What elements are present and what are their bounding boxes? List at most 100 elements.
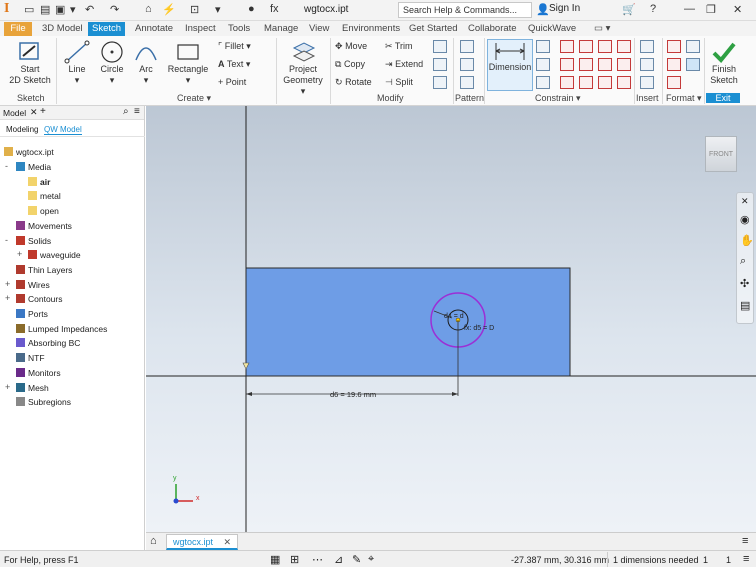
- project-geometry-button[interactable]: Project Geometry ▾: [280, 40, 326, 97]
- move-button[interactable]: ✥ Move: [335, 41, 367, 52]
- tabs-menu-icon[interactable]: ≡: [742, 535, 748, 547]
- trim-button[interactable]: ✂ Trim: [385, 41, 413, 52]
- tab-manage[interactable]: Manage: [260, 22, 302, 36]
- symmetric-icon[interactable]: [598, 76, 612, 89]
- appearance-icon[interactable]: ●: [248, 3, 255, 15]
- tree-item[interactable]: Media: [16, 162, 51, 172]
- centerline-icon[interactable]: [667, 58, 681, 71]
- ribbon-display-toggle[interactable]: ▭ ▾: [590, 22, 614, 36]
- orbit-icon[interactable]: ✣: [740, 277, 749, 290]
- circular-pattern-icon[interactable]: [460, 58, 474, 71]
- split-button[interactable]: ⊣ Split: [385, 77, 413, 88]
- rectangular-pattern-icon[interactable]: [460, 40, 474, 53]
- show-constraints-status-icon[interactable]: ⌖: [368, 553, 374, 566]
- tree-item[interactable]: Absorbing BC: [16, 338, 80, 348]
- dimension-button[interactable]: Dimension: [487, 39, 533, 91]
- dimension-d5-label[interactable]: fx: d5 = D: [464, 325, 494, 332]
- concentric-icon[interactable]: [598, 40, 612, 53]
- tab-model[interactable]: Model: [3, 108, 26, 118]
- mode-qw-model[interactable]: QW Model: [44, 125, 82, 135]
- status-menu-icon[interactable]: ≡: [743, 553, 749, 565]
- tab-quickwave[interactable]: QuickWave: [524, 22, 580, 36]
- horizontal-icon[interactable]: [598, 58, 612, 71]
- tree-item[interactable]: Solids: [16, 235, 51, 246]
- grid-snap-icon[interactable]: ▦: [270, 553, 280, 566]
- tree-item[interactable]: open: [28, 206, 59, 216]
- redo-icon[interactable]: ↷: [110, 3, 119, 16]
- tree-item[interactable]: Lumped Impedances: [16, 323, 107, 334]
- circle-button[interactable]: Circle ▾: [96, 40, 128, 86]
- text-button[interactable]: A Text ▾: [218, 59, 250, 70]
- browser-menu-icon[interactable]: ≡: [134, 106, 140, 117]
- home-tab-icon[interactable]: ⌂: [150, 535, 157, 547]
- minimize-icon[interactable]: —: [684, 3, 695, 15]
- tree-expander-icon[interactable]: -: [5, 161, 8, 171]
- sketch-profile-region[interactable]: [245, 267, 571, 377]
- look-at-icon[interactable]: ▤: [740, 299, 750, 312]
- home-icon[interactable]: ⌂: [145, 3, 152, 15]
- tree-item[interactable]: Mesh: [16, 382, 49, 393]
- tree-item[interactable]: Ports: [16, 309, 48, 319]
- tab-environments[interactable]: Environments: [338, 22, 404, 36]
- tree-item[interactable]: Monitors: [16, 367, 61, 378]
- extend-button[interactable]: ⇥ Extend: [385, 59, 423, 70]
- relax-mode-icon[interactable]: ✎: [352, 553, 361, 566]
- parallel-icon[interactable]: [560, 58, 574, 71]
- tree-expander-icon[interactable]: +: [5, 293, 10, 303]
- tree-item[interactable]: Movements: [16, 220, 72, 231]
- constraint-settings-icon[interactable]: [536, 76, 550, 89]
- undo-icon[interactable]: ↶: [85, 3, 94, 16]
- save-dropdown-icon[interactable]: ▾: [70, 3, 76, 16]
- snap-settings-icon[interactable]: ⊞: [290, 553, 299, 566]
- tree-item[interactable]: NTF: [16, 353, 45, 363]
- save-icon[interactable]: ▣: [55, 3, 65, 16]
- pan-icon[interactable]: ✋: [740, 234, 754, 247]
- formula-icon[interactable]: fx: [270, 3, 279, 15]
- steering-wheel-icon[interactable]: ◉: [740, 213, 750, 226]
- coincident-icon[interactable]: [560, 40, 574, 53]
- arc-button[interactable]: Arc ▾: [132, 40, 160, 86]
- dimension-d4-label[interactable]: d4 = d: [444, 313, 464, 320]
- constraint-inference-icon[interactable]: ⊿: [334, 553, 343, 566]
- vertical-icon[interactable]: [617, 58, 631, 71]
- insert-image-icon[interactable]: [640, 40, 654, 53]
- material-dropdown-icon[interactable]: ▾: [215, 3, 221, 16]
- fix-icon[interactable]: [617, 40, 631, 53]
- tab-file[interactable]: File: [4, 22, 32, 36]
- close-panel-icon[interactable]: ✕: [30, 107, 38, 118]
- search-input[interactable]: Search Help & Commands...: [398, 2, 532, 18]
- tree-expander-icon[interactable]: +: [5, 279, 10, 289]
- tree-expander-icon[interactable]: +: [17, 249, 22, 259]
- show-constraints-icon[interactable]: [536, 58, 550, 71]
- add-panel-icon[interactable]: +: [40, 106, 46, 117]
- browser-search-icon[interactable]: ⌕: [123, 106, 129, 117]
- help-icon[interactable]: ?: [650, 3, 656, 15]
- graphics-window[interactable]: d6 = 19.6 mm d4 = d fx: d5 = D x y FRONT…: [146, 106, 756, 532]
- tree-item[interactable]: Contours: [16, 294, 63, 304]
- sign-in-link[interactable]: Sign In: [549, 3, 580, 14]
- tree-item[interactable]: Wires: [16, 279, 50, 290]
- tab-annotate[interactable]: Annotate: [131, 22, 177, 36]
- collinear-icon[interactable]: [579, 40, 593, 53]
- viewcube[interactable]: FRONT: [705, 136, 737, 172]
- center-point-icon[interactable]: [667, 76, 681, 89]
- offset-icon[interactable]: [433, 76, 447, 89]
- tab-3d-model[interactable]: 3D Model: [38, 22, 87, 36]
- smooth-icon[interactable]: [579, 76, 593, 89]
- start-2d-sketch-button[interactable]: Start 2D Sketch: [8, 40, 52, 86]
- insert-acad-icon[interactable]: [640, 76, 654, 89]
- fillet-button[interactable]: ⌜ Fillet ▾: [218, 41, 251, 52]
- close-navbar-icon[interactable]: ✕: [741, 196, 749, 207]
- finish-sketch-button[interactable]: Finish Sketch: [706, 40, 742, 86]
- tangent-icon[interactable]: [560, 76, 574, 89]
- tab-inspect[interactable]: Inspect: [181, 22, 220, 36]
- copy-button[interactable]: ⧉ Copy: [335, 59, 365, 70]
- cart-icon[interactable]: 🛒: [622, 3, 636, 16]
- tree-item[interactable]: Subregions: [16, 397, 71, 407]
- close-icon[interactable]: ✕: [733, 3, 742, 16]
- restore-icon[interactable]: ❐: [706, 3, 716, 16]
- point-button[interactable]: + Point: [218, 77, 246, 87]
- tab-collaborate[interactable]: Collaborate: [464, 22, 521, 36]
- tab-get-started[interactable]: Get Started: [405, 22, 462, 36]
- mirror-icon[interactable]: [460, 76, 474, 89]
